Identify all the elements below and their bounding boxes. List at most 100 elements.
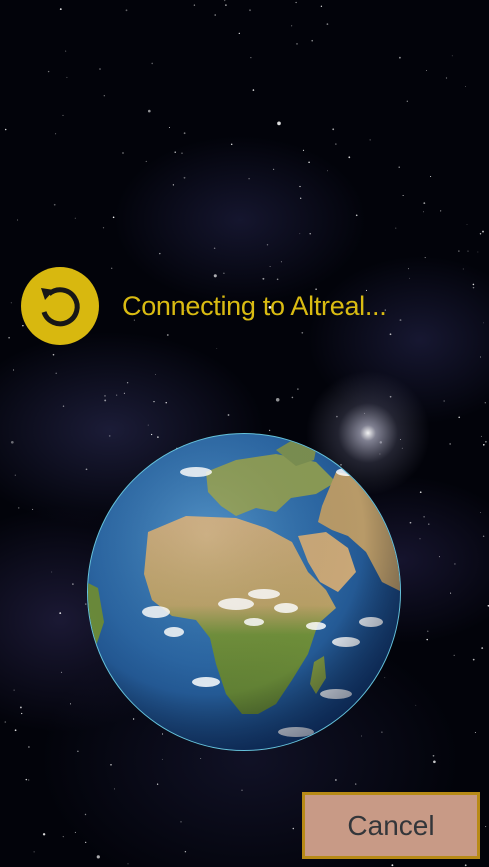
star: [474, 731, 476, 734]
star: [4, 128, 7, 131]
star: [62, 405, 65, 407]
star: [147, 424, 149, 426]
star: [96, 855, 100, 859]
star: [389, 333, 392, 336]
star: [193, 4, 196, 6]
star: [28, 746, 30, 748]
star: [249, 9, 251, 12]
star: [320, 5, 323, 7]
star: [104, 395, 106, 397]
star: [453, 654, 455, 657]
star: [227, 414, 230, 416]
star: [4, 721, 7, 723]
star: [427, 630, 429, 632]
star: [183, 132, 186, 135]
star: [172, 184, 175, 186]
star: [127, 863, 129, 865]
star: [479, 356, 482, 358]
star: [297, 388, 299, 390]
star: [482, 230, 484, 233]
star: [465, 86, 466, 87]
star: [55, 372, 57, 375]
star: [399, 56, 401, 59]
star: [65, 50, 67, 52]
star: [462, 268, 464, 270]
star: [13, 689, 15, 691]
earth-globe-image: [87, 433, 401, 751]
star: [300, 197, 302, 199]
star: [62, 836, 64, 838]
star: [272, 168, 275, 170]
star: [156, 783, 159, 785]
star: [291, 25, 293, 27]
star: [280, 261, 282, 263]
star: [440, 210, 442, 212]
star: [33, 851, 35, 853]
star: [432, 754, 435, 757]
star: [28, 779, 30, 781]
star: [99, 68, 101, 70]
star: [485, 826, 487, 828]
refresh-icon: [21, 267, 99, 345]
star: [479, 233, 482, 235]
star: [161, 758, 163, 760]
star: [145, 160, 147, 162]
star: [214, 14, 216, 16]
star: [419, 491, 422, 494]
star: [147, 109, 151, 113]
star: [364, 412, 366, 414]
star: [391, 864, 394, 867]
star: [438, 556, 440, 558]
star: [104, 399, 107, 402]
star: [336, 415, 338, 418]
star: [426, 70, 427, 71]
star: [110, 763, 112, 766]
star: [335, 143, 337, 145]
star: [369, 139, 371, 141]
star: [415, 704, 417, 706]
connection-status: Connecting to Altreal...: [21, 266, 387, 346]
star: [125, 9, 128, 12]
star: [122, 152, 124, 154]
star: [409, 521, 412, 524]
star: [51, 571, 53, 573]
star: [355, 783, 357, 785]
star: [19, 706, 22, 709]
star: [464, 864, 467, 867]
star: [238, 32, 240, 35]
star: [168, 127, 170, 128]
star: [153, 400, 155, 403]
star: [74, 831, 76, 833]
star: [60, 671, 63, 673]
star: [291, 396, 294, 399]
star: [419, 538, 421, 540]
star: [450, 592, 452, 594]
star: [180, 821, 182, 823]
star: [445, 77, 448, 79]
star: [17, 219, 19, 221]
star: [275, 398, 280, 402]
cancel-button[interactable]: Cancel: [302, 792, 480, 859]
star: [399, 319, 402, 322]
star: [10, 302, 12, 304]
star: [458, 250, 460, 252]
star: [296, 43, 298, 45]
star: [481, 647, 484, 650]
star: [426, 638, 428, 641]
star: [483, 322, 484, 324]
star: [483, 444, 485, 446]
star: [458, 416, 461, 419]
star: [428, 523, 430, 525]
star: [295, 1, 297, 4]
star: [42, 833, 46, 836]
star: [155, 374, 156, 375]
star: [480, 512, 482, 513]
star: [230, 143, 233, 146]
star: [311, 39, 314, 42]
star: [299, 185, 301, 188]
star: [335, 779, 337, 781]
star: [47, 70, 50, 73]
star: [112, 216, 115, 219]
star: [174, 151, 176, 153]
star: [165, 402, 167, 404]
